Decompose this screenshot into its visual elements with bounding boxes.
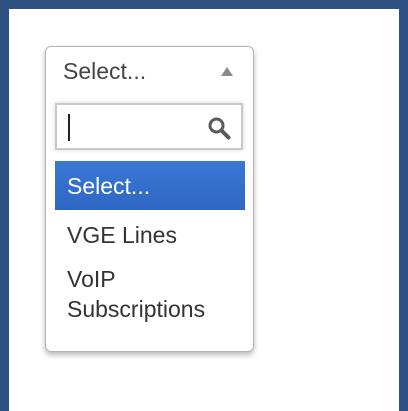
arrow-up-icon[interactable] [221, 66, 233, 76]
option-select[interactable]: Select... [55, 161, 245, 210]
select-toggle[interactable]: Select... [46, 47, 253, 95]
options-list: Select... VGE Lines VoIP Subscriptions [55, 161, 245, 334]
search-box[interactable] [55, 103, 243, 150]
select-dropdown[interactable]: Select... Select... VGE Lines VoIP Subsc… [45, 46, 254, 352]
option-voip-subscriptions[interactable]: VoIP Subscriptions [55, 260, 245, 334]
option-vge-lines[interactable]: VGE Lines [55, 210, 245, 260]
text-cursor [68, 114, 70, 141]
page-frame: Select... Select... VGE Lines VoIP Subsc… [0, 0, 408, 411]
select-current-label: Select... [63, 57, 147, 84]
search-icon [208, 117, 231, 140]
